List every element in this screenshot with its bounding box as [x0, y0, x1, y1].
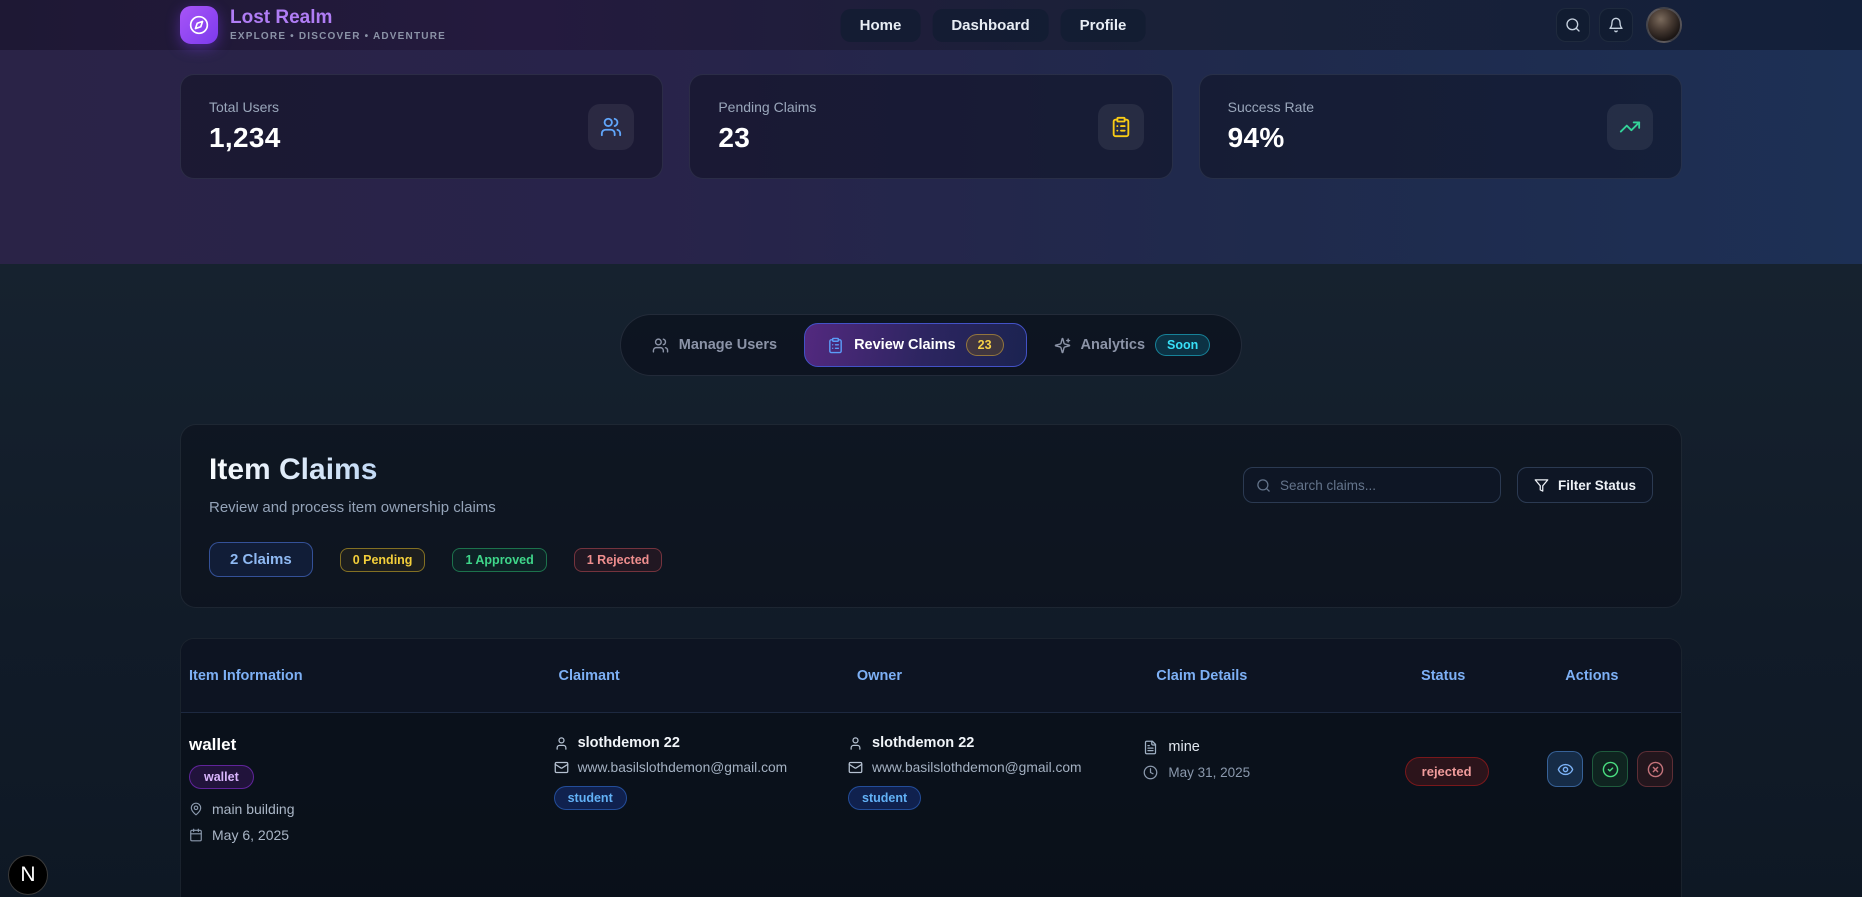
- tab-label: Review Claims: [854, 337, 956, 353]
- nextjs-logo-icon: N: [20, 863, 36, 886]
- clipboard-icon: [827, 337, 844, 354]
- rejected-count-badge: 1 Rejected: [573, 547, 663, 572]
- calendar-icon: [189, 828, 203, 842]
- tab-label: Analytics: [1080, 337, 1146, 353]
- owner-name: slothdemon 22: [872, 735, 975, 751]
- column-header-claimant: Claimant: [558, 667, 620, 684]
- filter-status-label: Filter Status: [1557, 477, 1636, 493]
- column-header-owner: Owner: [856, 667, 903, 684]
- approve-claim-button[interactable]: [1592, 751, 1628, 787]
- stat-card-total-users: Total Users 1,234: [180, 74, 664, 179]
- page-title: Item Claims: [209, 453, 496, 487]
- claim-details-cell: mine May 31, 2025: [1143, 735, 1404, 843]
- column-header-status: Status: [1421, 667, 1466, 684]
- stat-value: 23: [718, 122, 751, 153]
- brand-tagline: EXPLORE • DISCOVER • ADVENTURE: [230, 31, 446, 43]
- tab-manage-users[interactable]: Manage Users: [629, 326, 800, 365]
- check-circle-icon: [1602, 761, 1619, 778]
- nav-dashboard-button[interactable]: Dashboard: [932, 8, 1049, 42]
- mail-icon: [554, 760, 569, 775]
- claimant-role-badge: student: [553, 786, 627, 810]
- owner-role-badge: student: [848, 786, 922, 810]
- avatar[interactable]: [1646, 7, 1682, 43]
- sparkles-icon: [1054, 337, 1071, 354]
- search-button[interactable]: [1556, 8, 1590, 42]
- pending-count-badge: 0 Pending: [339, 547, 426, 572]
- approved-count-badge: 1 Approved: [452, 547, 547, 572]
- column-header-item-information: Item Information: [189, 667, 303, 684]
- column-header-claim-details: Claim Details: [1156, 667, 1248, 684]
- owner-cell: slothdemon 22 www.basilslothdemon@gmail.…: [848, 735, 1143, 843]
- claim-note: mine: [1168, 739, 1200, 755]
- page-subtitle: Review and process item ownership claims: [209, 499, 496, 516]
- eye-icon: [1557, 761, 1574, 778]
- search-icon: [1565, 17, 1581, 33]
- search-claims-box: [1242, 467, 1501, 503]
- claims-table: Item Information Claimant Owner Claim De…: [180, 638, 1682, 897]
- item-location: main building: [212, 801, 295, 817]
- column-header-actions: Actions: [1565, 667, 1619, 684]
- search-claims-input[interactable]: [1279, 477, 1488, 493]
- hero-section: Total Users 1,234 Pending Claims 23 Succ…: [0, 50, 1862, 264]
- item-category-badge: wallet: [189, 765, 254, 789]
- claims-count-badge: 23: [965, 334, 1004, 356]
- claimant-email: www.basilslothdemon@gmail.com: [577, 760, 788, 775]
- clock-icon: [1143, 765, 1158, 780]
- table-header-row: Item Information Claimant Owner Claim De…: [181, 639, 1681, 713]
- stat-label: Success Rate: [1227, 99, 1315, 115]
- nav-profile-button[interactable]: Profile: [1060, 8, 1146, 42]
- item-date: May 6, 2025: [212, 827, 290, 843]
- trending-up-icon: [1606, 103, 1653, 150]
- owner-email: www.basilslothdemon@gmail.com: [872, 760, 1082, 775]
- top-bar: Lost Realm EXPLORE • DISCOVER • ADVENTUR…: [0, 0, 1862, 50]
- bell-icon: [1608, 17, 1624, 33]
- filter-status-button[interactable]: Filter Status: [1516, 467, 1653, 503]
- users-icon: [652, 337, 669, 354]
- claimant-name: slothdemon 22: [577, 735, 680, 751]
- map-pin-icon: [189, 802, 203, 816]
- status-cell: rejected: [1404, 735, 1547, 843]
- search-icon: [1256, 478, 1271, 493]
- compass-logo-icon: [180, 6, 218, 44]
- user-icon: [848, 736, 863, 751]
- soon-badge: Soon: [1155, 334, 1211, 356]
- brand-title: Lost Realm: [230, 6, 333, 28]
- notifications-button[interactable]: [1599, 8, 1633, 42]
- table-row: wallet wallet main building May 6, 2025: [181, 713, 1681, 883]
- nextjs-dev-badge[interactable]: N: [8, 855, 48, 895]
- main-nav: Home Dashboard Profile: [840, 8, 1146, 42]
- claimant-cell: slothdemon 22 www.basilslothdemon@gmail.…: [553, 735, 848, 843]
- total-claims-badge[interactable]: 2 Claims: [209, 542, 313, 577]
- stat-card-success-rate: Success Rate 94%: [1198, 74, 1682, 179]
- item-information-cell: wallet wallet main building May 6, 2025: [189, 735, 554, 843]
- stat-value: 1,234: [209, 122, 281, 153]
- file-text-icon: [1143, 740, 1158, 755]
- view-claim-button[interactable]: [1547, 751, 1583, 787]
- nav-home-button[interactable]: Home: [840, 8, 921, 42]
- mail-icon: [848, 760, 863, 775]
- stat-label: Pending Claims: [718, 99, 817, 115]
- main-content: Manage Users Review Claims 23 Analytics …: [0, 264, 1862, 897]
- item-name: wallet: [189, 735, 237, 754]
- funnel-icon: [1534, 478, 1549, 493]
- item-claims-panel: Item Claims Review and process item owne…: [180, 424, 1682, 608]
- x-circle-icon: [1647, 761, 1664, 778]
- stat-card-pending-claims: Pending Claims 23: [689, 74, 1173, 179]
- actions-cell: [1547, 735, 1673, 843]
- tab-label: Manage Users: [678, 337, 778, 353]
- status-badge: rejected: [1404, 757, 1489, 786]
- tab-review-claims[interactable]: Review Claims 23: [804, 323, 1027, 367]
- stat-label: Total Users: [209, 99, 280, 115]
- reject-claim-button[interactable]: [1637, 751, 1673, 787]
- claim-date: May 31, 2025: [1168, 765, 1251, 780]
- stat-value: 94%: [1227, 122, 1285, 153]
- user-icon: [554, 736, 569, 751]
- tab-analytics[interactable]: Analytics Soon: [1031, 323, 1234, 367]
- users-icon: [588, 103, 635, 150]
- clipboard-icon: [1097, 103, 1144, 150]
- brand: Lost Realm EXPLORE • DISCOVER • ADVENTUR…: [180, 6, 446, 44]
- tab-bar: Manage Users Review Claims 23 Analytics …: [619, 314, 1243, 376]
